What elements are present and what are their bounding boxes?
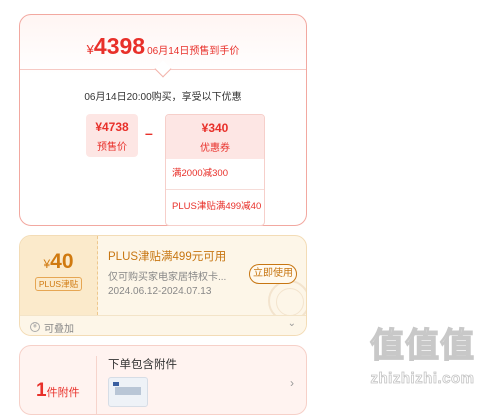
plus-amount-panel: ¥40 PLUS津贴 [20, 236, 98, 315]
plus-tag: PLUS津贴 [34, 277, 83, 291]
plus-amount: ¥40 [20, 250, 97, 274]
price-breakdown-card: ¥4398 06月14日预售到手价 06月14日20:00购买，享受以下优惠 ¥4… [19, 14, 307, 226]
accessory-card[interactable]: 1件附件 下单包含附件 › [19, 345, 307, 415]
chevron-down-icon[interactable]: ⌄ [288, 318, 296, 329]
divider-notch [154, 60, 172, 78]
currency-symbol: ¥ [86, 42, 94, 57]
yen-info-icon: ¥ [30, 322, 40, 332]
coupon-rule: PLUS津贴满499减40 [166, 189, 264, 222]
stackable-label: 可叠加 [44, 324, 74, 335]
watermark-logo: 值值值 [369, 325, 475, 366]
presale-label: 预售价 [97, 142, 127, 153]
watermark: 值值值 zhizhizhi.com [350, 322, 495, 394]
coupon-rule: 满2000减300 [172, 168, 228, 179]
stackable-row[interactable]: ¥ 可叠加 ⌄ [20, 315, 306, 335]
accessory-count-unit: 件附件 [46, 387, 80, 399]
final-price-row: ¥4398 06月14日预售到手价 [20, 33, 306, 60]
coupon-header: ¥340 优惠券 [166, 115, 264, 159]
divider [96, 356, 97, 414]
plus-subsidy-card: ¥40 PLUS津贴 PLUS津贴满499元可用 仅可购买家电家居特权卡... … [19, 235, 307, 336]
final-price-note: 06月14日预售到手价 [147, 46, 240, 57]
presale-price: ¥4738 [95, 120, 129, 134]
plus-title: PLUS津贴满499元可用 [108, 251, 227, 263]
use-now-button[interactable]: 立即使用 [249, 264, 297, 284]
accessory-count-number: 1 [36, 380, 47, 401]
coupon-value: ¥340 [201, 121, 229, 135]
final-price: 4398 [93, 33, 146, 59]
coupon-box: ¥340 优惠券 满2000减300 PLUS津贴满499减40 [165, 114, 265, 226]
accessory-count: 1件附件 [36, 380, 80, 402]
plus-description: 仅可购买家电家居特权卡... [108, 272, 227, 283]
plus-amount-value: 40 [50, 250, 74, 273]
accessory-thumbnail[interactable] [108, 377, 148, 407]
coupon-label: 优惠券 [200, 143, 230, 154]
purchase-time-text: 06月14日20:00购买，享受以下优惠 [84, 92, 242, 103]
presale-price-box: ¥4738 预售价 [86, 114, 138, 157]
accessory-title: 下单包含附件 [108, 359, 177, 371]
plus-validity: 2024.06.12-2024.07.13 [108, 286, 212, 297]
minus-sign: – [145, 125, 153, 141]
chevron-right-icon[interactable]: › [290, 376, 294, 390]
watermark-url: zhizhizhi.com [370, 370, 475, 388]
